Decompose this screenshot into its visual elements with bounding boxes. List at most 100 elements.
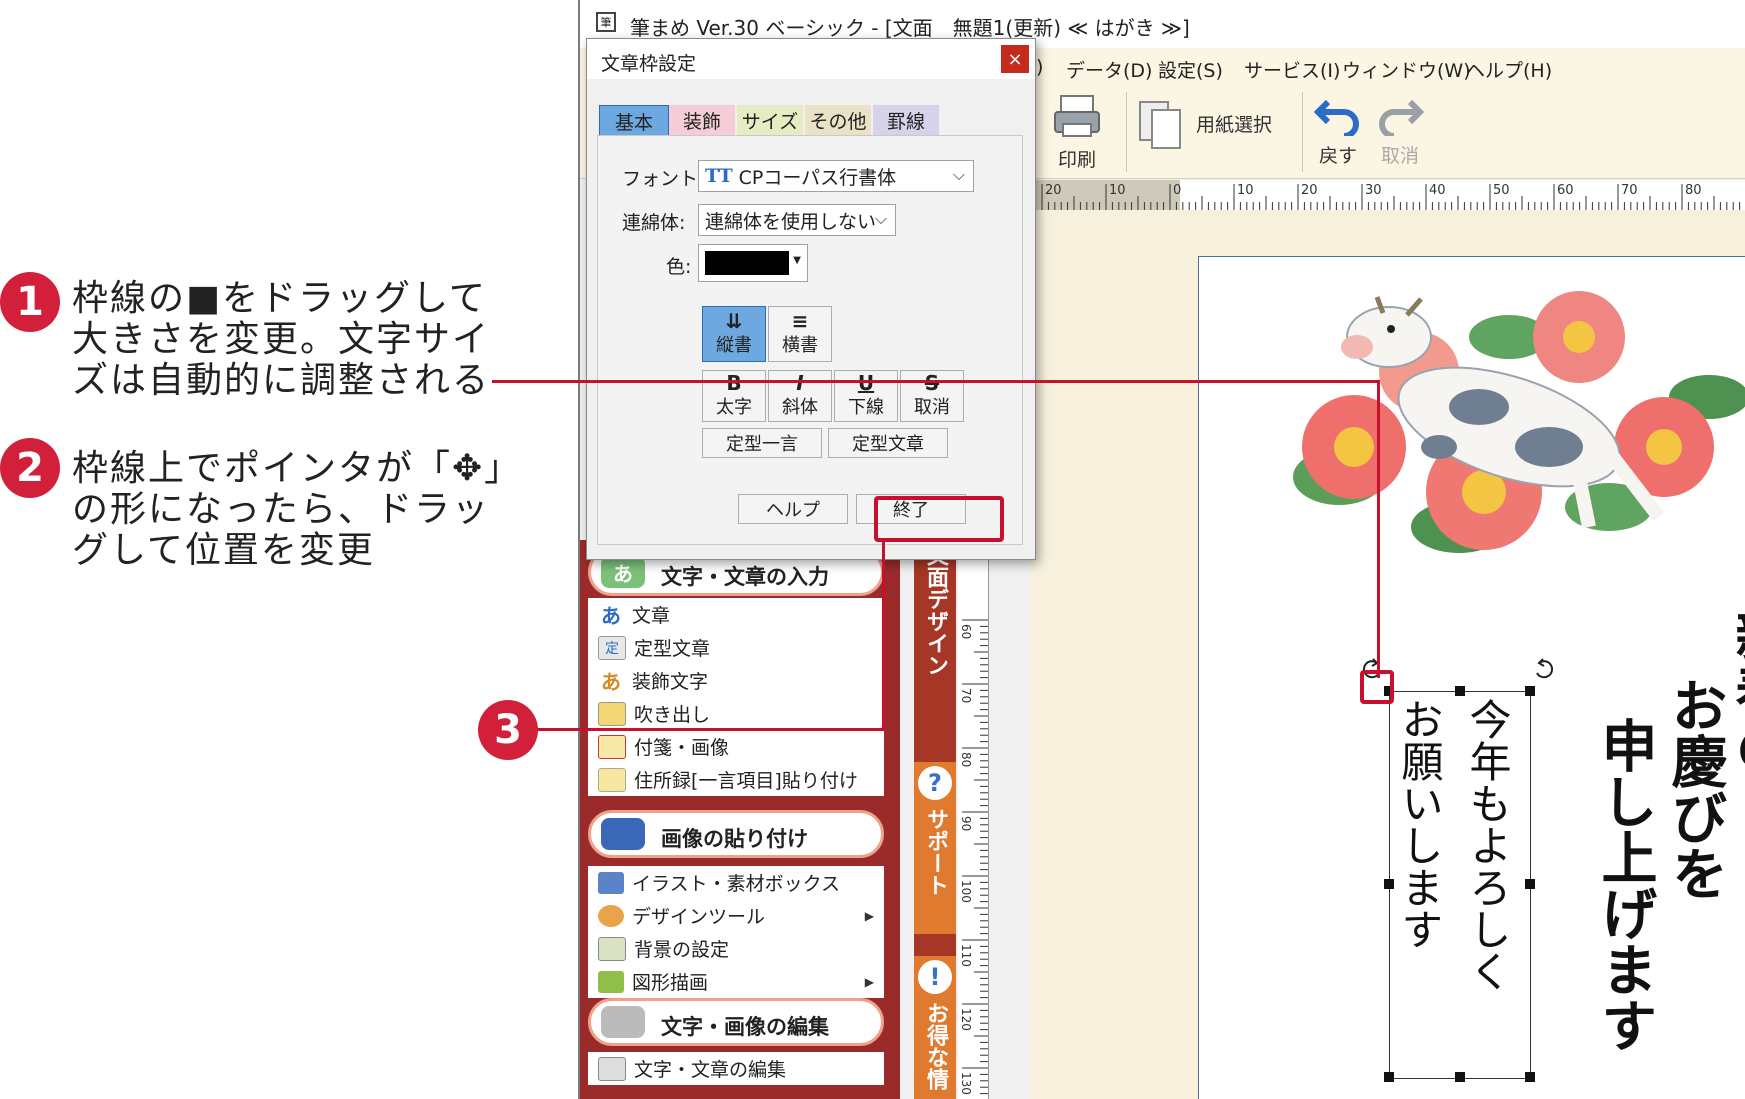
callout-highlight-handle [1360, 670, 1394, 704]
bold-button[interactable]: B 太字 [702, 370, 766, 422]
question-icon: ? [918, 766, 952, 800]
resize-handle-bottom[interactable] [1455, 1072, 1465, 1082]
italic-button[interactable]: I 斜体 [768, 370, 832, 422]
section-edit[interactable]: 文字・画像の編集 [588, 998, 884, 1046]
undo-button[interactable]: 戻す [1312, 90, 1364, 168]
menu-window[interactable]: ウィンドウ(W) [1342, 56, 1471, 83]
tab-design[interactable]: 文面デザイン [914, 540, 956, 740]
resize-handle-right[interactable] [1525, 879, 1535, 889]
ruler-label: 80 [1685, 183, 1702, 198]
callout-line-1-drop [1377, 380, 1380, 678]
underline-button[interactable]: U 下線 [834, 370, 898, 422]
print-button[interactable]: 印刷 [1042, 92, 1112, 172]
panel-item-sticky-image[interactable]: 付箋・画像 [588, 730, 884, 763]
ruler-ticks: 20 10 0 10 20 30 40 50 60 70 80 [1041, 183, 1741, 210]
color-picker[interactable]: ▼ [698, 244, 808, 282]
fixed-phrase-button[interactable]: 定型一言 [702, 428, 822, 458]
step-1-text: 枠線の■をドラッグして 大きさを変更。文字サイ ズは自動的に調整される [72, 278, 491, 401]
section-edit-list: 文字・文章の編集 [588, 1052, 884, 1085]
vertical-text-icon: ⇊ [725, 309, 743, 333]
dialog-body: フォント: TT CPコーパス行書体 ⌵ 連綿体: 連綿体を使用しない ⌵ 色:… [597, 135, 1023, 545]
tab-border[interactable]: 罫線 [873, 105, 939, 135]
redo-button[interactable]: 取消 [1374, 90, 1426, 168]
ligature-select[interactable]: 連綿体を使用しない ⌵ [698, 204, 896, 236]
font-label: フォント: [622, 168, 705, 190]
panel-item-label: 背景の設定 [634, 939, 730, 961]
panel-item-label: 装飾文字 [632, 671, 709, 693]
undo-label: 戻す [1318, 145, 1357, 167]
tab-deals-label: お得な情 [923, 1002, 948, 1090]
toolbar-divider [1126, 92, 1127, 172]
box-icon [598, 871, 624, 894]
panel-item-text[interactable]: あ 文章 [588, 598, 884, 631]
resize-handle-bottom-left[interactable] [1384, 1072, 1394, 1082]
help-button[interactable]: ヘルプ [738, 494, 848, 524]
tab-basic[interactable]: 基本 [599, 105, 669, 137]
callout-highlight-finish [874, 496, 1004, 542]
selected-text-frame[interactable]: 今年もよろしく お願いします [1389, 691, 1531, 1079]
redo-label: 取消 [1380, 145, 1419, 167]
ruler-label: 20 [1301, 183, 1318, 198]
strikethrough-button[interactable]: S 取消 [900, 370, 964, 422]
horizontal-text-icon: ≡ [791, 309, 809, 333]
menu-settings[interactable]: 設定(S) [1158, 56, 1223, 83]
font-value: CPコーパス行書体 [738, 166, 897, 189]
font-select[interactable]: TT CPコーパス行書体 ⌵ [698, 160, 974, 192]
bold-label: 太字 [716, 397, 752, 418]
submenu-arrow-icon: ▶ [864, 908, 874, 923]
panel-item-label: 文章 [632, 605, 671, 627]
close-button[interactable]: × [1001, 45, 1029, 73]
panel-item-speech-bubble[interactable]: 吹き出し [588, 697, 884, 730]
section-badge: あ [601, 556, 645, 588]
decorated-text-icon: あ [601, 670, 621, 694]
tab-size[interactable]: サイズ [737, 105, 803, 135]
vertical-ruler: 60 70 80 90 100 110 120 130 [958, 530, 989, 1099]
callout-line-3 [536, 728, 885, 731]
speech-bubble-icon [598, 701, 626, 726]
panel-item-illustration-box[interactable]: イラスト・素材ボックス [588, 866, 884, 899]
panel-item-background[interactable]: 背景の設定 [588, 932, 884, 965]
tab-other[interactable]: その他 [805, 105, 871, 135]
printer-icon [1054, 95, 1100, 137]
fixed-text-button[interactable]: 定型文章 [828, 428, 948, 458]
section-image-paste[interactable]: 画像の貼り付け [588, 810, 884, 858]
panel-item-fixed-text[interactable]: 定 定型文章 [588, 631, 884, 664]
bold-icon: B [726, 371, 742, 395]
chevron-down-icon: ⌵ [952, 165, 965, 184]
print-label: 印刷 [1057, 149, 1096, 171]
panel-item-edit-text[interactable]: 文字・文章の編集 [588, 1052, 884, 1085]
ruler-label: 30 [1365, 183, 1382, 198]
tab-decoration[interactable]: 装飾 [669, 105, 735, 135]
menu-service[interactable]: サービス(I) [1244, 56, 1340, 83]
resize-handle-top-right[interactable] [1525, 686, 1535, 696]
background-icon [598, 936, 626, 961]
pencil-icon [598, 1056, 626, 1081]
ruler-label: 120 [959, 1008, 973, 1031]
step-2-badge: 2 [0, 438, 60, 498]
tab-support[interactable]: ? サポート [914, 762, 956, 934]
horizontal-writing-button[interactable]: ≡ 横書 [768, 306, 832, 362]
panel-item-address-paste[interactable]: 住所録[一言項目]貼り付け [588, 763, 884, 796]
rotate-handle-right-icon[interactable] [1533, 657, 1557, 681]
ruler-label: 70 [959, 688, 973, 703]
callout-line-3-drop [882, 540, 885, 730]
panel-item-shape-draw[interactable]: 図形描画 ▶ [588, 965, 884, 998]
ruler-label: 70 [1621, 183, 1638, 198]
toolbar-divider [1302, 92, 1303, 172]
tab-deals[interactable]: ! お得な情 [914, 956, 956, 1099]
side-panel: あ 文字・文章の入力 あ 文章 定 定型文章 あ 装飾文字 吹き出し 付箋・画像… [580, 540, 900, 1099]
menu-data[interactable]: データ(D) [1066, 56, 1152, 83]
dialog-title: 文章枠設定 [601, 53, 697, 75]
canvas-area[interactable]: 新春の お慶びを 申し上げます 今年もよろしく お願いします [1030, 210, 1745, 1099]
resize-handle-bottom-right[interactable] [1525, 1072, 1535, 1082]
panel-item-decorated-text[interactable]: あ 装飾文字 [588, 664, 884, 697]
ruler-label: 20 [1045, 183, 1062, 198]
vertical-writing-button[interactable]: ⇊ 縦書 [702, 306, 766, 362]
panel-item-label: 文字・文章の編集 [634, 1059, 787, 1081]
resize-handle-top[interactable] [1455, 686, 1465, 696]
ruler-label: 80 [959, 752, 973, 767]
menu-help[interactable]: ヘルプ(H) [1466, 56, 1552, 83]
panel-item-design-tool[interactable]: デザインツール ▶ [588, 899, 884, 932]
resize-handle-left[interactable] [1384, 879, 1394, 889]
cow-camellia-illustration [1293, 291, 1745, 553]
